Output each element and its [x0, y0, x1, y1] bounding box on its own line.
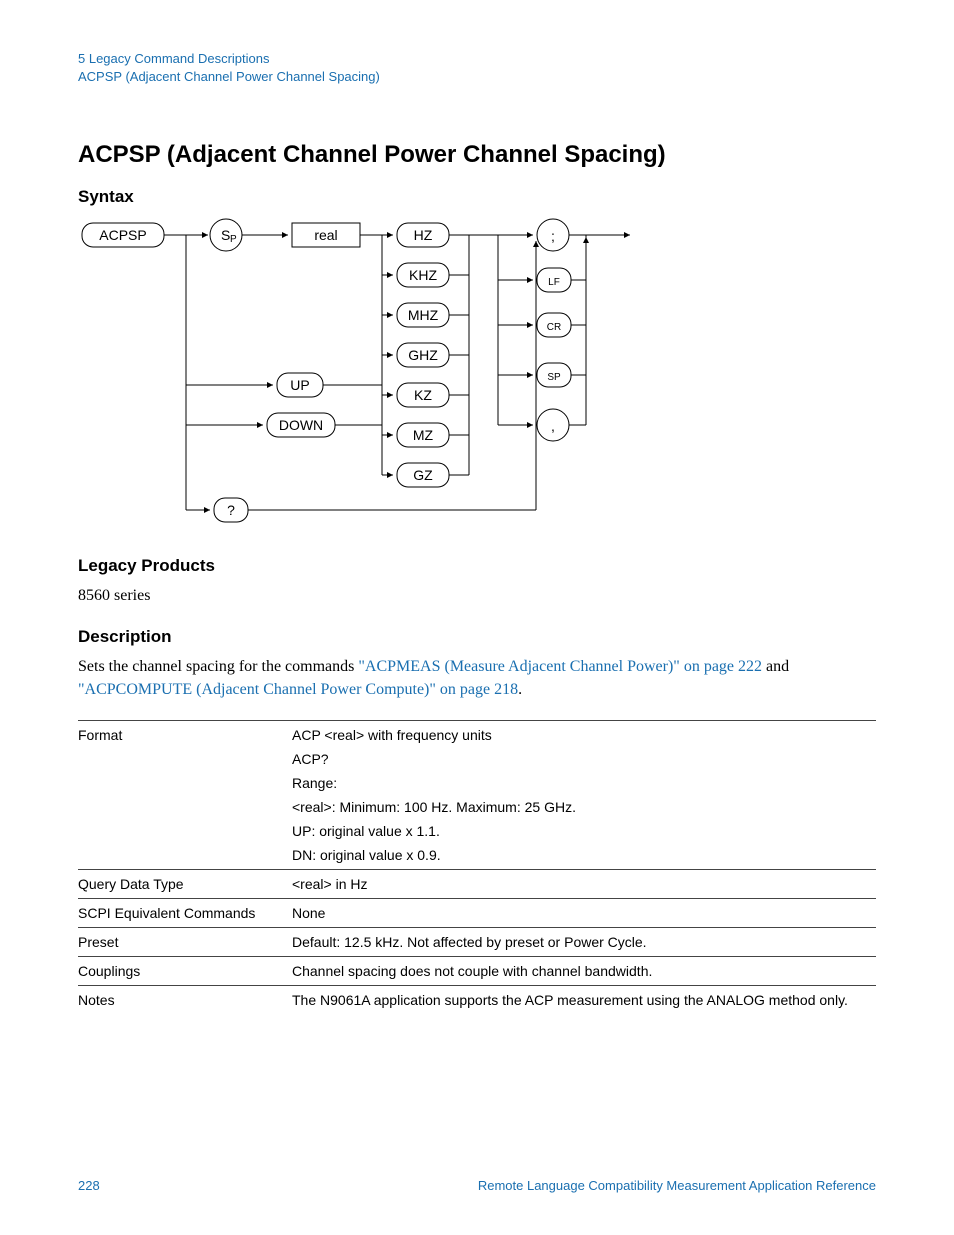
svg-text:MZ: MZ [413, 427, 434, 443]
row-label [78, 821, 292, 845]
page-number: 228 [78, 1178, 100, 1193]
table-row: DN: original value x 0.9. [78, 845, 876, 870]
description-body: Sets the channel spacing for the command… [78, 655, 876, 701]
table-row: Notes The N9061A application supports th… [78, 985, 876, 1014]
row-value: None [292, 898, 876, 927]
table-row: <real>: Minimum: 100 Hz. Maximum: 25 GHz… [78, 797, 876, 821]
svg-text:GHZ: GHZ [408, 347, 438, 363]
description-heading: Description [78, 627, 876, 647]
diagram-down: DOWN [279, 417, 323, 433]
diagram-units-group: HZ KHZ MHZ GHZ KZ MZ GZ [382, 223, 449, 487]
table-row: Query Data Type <real> in Hz [78, 869, 876, 898]
page-title: ACPSP (Adjacent Channel Power Channel Sp… [78, 141, 876, 169]
svg-text:GZ: GZ [413, 467, 433, 483]
svg-text:,: , [551, 418, 555, 434]
svg-text:SP: SP [547, 372, 561, 383]
row-value: DN: original value x 0.9. [292, 845, 876, 870]
row-label: SCPI Equivalent Commands [78, 898, 292, 927]
row-value: ACP? [292, 749, 876, 773]
row-label: Notes [78, 985, 292, 1014]
row-label [78, 797, 292, 821]
svg-text:MHZ: MHZ [408, 307, 439, 323]
table-row: Format ACP <real> with frequency units [78, 720, 876, 749]
diagram-qmark: ? [227, 502, 235, 518]
legacy-products-heading: Legacy Products [78, 556, 876, 576]
row-label: Preset [78, 927, 292, 956]
svg-text:;: ; [551, 228, 555, 244]
row-label [78, 749, 292, 773]
svg-text:HZ: HZ [414, 227, 433, 243]
table-row: Range: [78, 773, 876, 797]
row-value: The N9061A application supports the ACP … [292, 985, 876, 1014]
row-label [78, 773, 292, 797]
description-between: and [762, 658, 789, 675]
row-label: Query Data Type [78, 869, 292, 898]
table-row: ACP? [78, 749, 876, 773]
diagram-sp-sub: P [230, 234, 237, 245]
syntax-diagram: ACPSP S P real UP DOWN ? [78, 215, 638, 531]
row-label: Format [78, 720, 292, 749]
row-value: ACP <real> with frequency units [292, 720, 876, 749]
description-prefix: Sets the channel spacing for the command… [78, 658, 358, 675]
row-value: Default: 12.5 kHz. Not affected by prese… [292, 927, 876, 956]
row-label: Couplings [78, 956, 292, 985]
svg-text:CR: CR [547, 322, 561, 333]
row-value: Range: [292, 773, 876, 797]
doc-title-footer: Remote Language Compatibility Measuremen… [478, 1178, 876, 1193]
diagram-terminators-group: ; LF CR SP , [498, 219, 571, 441]
syntax-heading: Syntax [78, 187, 876, 207]
header-topic: ACPSP (Adjacent Channel Power Channel Sp… [78, 68, 876, 86]
running-header: 5 Legacy Command Descriptions ACPSP (Adj… [78, 50, 876, 85]
link-acpcompute[interactable]: "ACPCOMPUTE (Adjacent Channel Power Comp… [78, 681, 518, 698]
diagram-real: real [314, 227, 337, 243]
table-row: UP: original value x 1.1. [78, 821, 876, 845]
page-footer: 228 Remote Language Compatibility Measur… [78, 1178, 876, 1193]
document-page: 5 Legacy Command Descriptions ACPSP (Adj… [0, 0, 954, 1235]
table-row: Couplings Channel spacing does not coupl… [78, 956, 876, 985]
svg-text:KHZ: KHZ [409, 267, 437, 283]
spec-table: Format ACP <real> with frequency units A… [78, 720, 876, 1014]
header-chapter: 5 Legacy Command Descriptions [78, 50, 876, 68]
description-suffix: . [518, 681, 522, 698]
row-value: UP: original value x 1.1. [292, 821, 876, 845]
row-value: <real>: Minimum: 100 Hz. Maximum: 25 GHz… [292, 797, 876, 821]
diagram-acpsp: ACPSP [99, 227, 146, 243]
row-value: <real> in Hz [292, 869, 876, 898]
row-label [78, 845, 292, 870]
svg-text:KZ: KZ [414, 387, 432, 403]
table-row: Preset Default: 12.5 kHz. Not affected b… [78, 927, 876, 956]
table-row: SCPI Equivalent Commands None [78, 898, 876, 927]
svg-text:LF: LF [548, 277, 560, 288]
link-acpmeas[interactable]: "ACPMEAS (Measure Adjacent Channel Power… [358, 658, 762, 675]
diagram-sp: S [221, 227, 230, 243]
diagram-up: UP [290, 377, 309, 393]
row-value: Channel spacing does not couple with cha… [292, 956, 876, 985]
legacy-products-body: 8560 series [78, 584, 876, 607]
